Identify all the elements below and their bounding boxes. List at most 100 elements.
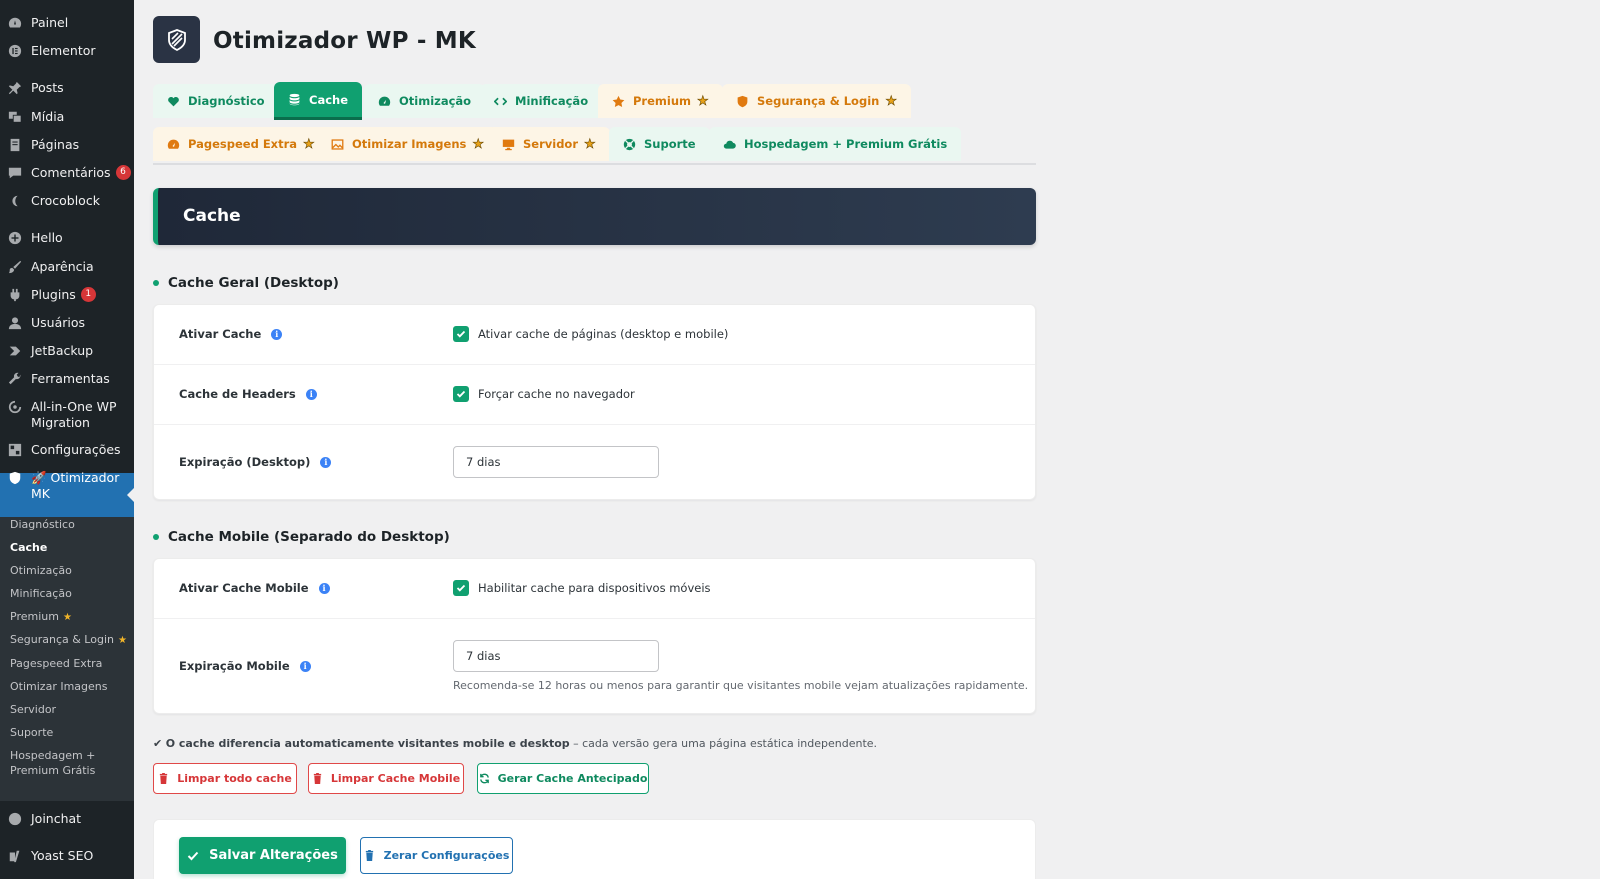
mobile-cache-title: Cache Mobile (Separado do Desktop)	[153, 529, 450, 545]
checkbox-checked-icon[interactable]	[453, 580, 469, 596]
info-icon[interactable]: i	[271, 328, 283, 340]
mobile-cache-checkbox[interactable]: Habilitar cache para dispositivos móveis	[453, 580, 711, 596]
checkbox-label: Ativar cache de páginas (desktop e mobil…	[478, 327, 729, 341]
sidebar-item-label: Configurações	[31, 442, 121, 457]
sidebar-item-elementor[interactable]: Elementor	[0, 43, 134, 59]
trash-icon	[312, 773, 323, 784]
admin-sidebar: Painel Elementor Posts Mídia Páginas Com…	[0, 0, 134, 879]
plugins-count-badge: 1	[80, 287, 96, 302]
sidebar-item-label: All-in-One WP Migration	[31, 399, 117, 430]
info-icon[interactable]: i	[320, 456, 332, 468]
submenu-hospedagem[interactable]: Hospedagem + Premium Grátis	[10, 748, 110, 778]
tab-label: Diagnóstico	[188, 94, 265, 108]
row-label-text: Expiração (Desktop)	[179, 455, 311, 469]
checkbox-checked-icon[interactable]	[453, 386, 469, 402]
submenu-servidor[interactable]: Servidor	[10, 702, 56, 717]
clear-mobile-cache-button[interactable]: Limpar Cache Mobile	[308, 763, 464, 794]
submenu-premium[interactable]: Premium ★	[10, 609, 72, 625]
sidebar-item-ferramentas[interactable]: Ferramentas	[0, 371, 134, 387]
tab-cache[interactable]: Cache	[274, 82, 363, 120]
row-label-text: Cache de Headers	[179, 387, 296, 401]
tab-otimizacao[interactable]: Otimização	[364, 84, 486, 118]
tab-pagespeed-extra[interactable]: Pagespeed Extra ★	[153, 127, 329, 161]
submenu-diagnostico[interactable]: Diagnóstico	[10, 517, 75, 532]
tab-label: Cache	[309, 92, 349, 107]
reset-settings-button[interactable]: Zerar Configurações	[360, 837, 513, 874]
crocoblock-icon	[8, 194, 22, 208]
submenu-label: Segurança & Login	[10, 633, 114, 646]
monitor-icon	[502, 138, 515, 151]
pages-icon	[8, 138, 22, 152]
sidebar-item-painel[interactable]: Painel	[0, 15, 134, 31]
premium-star-icon: ★	[472, 136, 485, 152]
submenu-pagespeed[interactable]: Pagespeed Extra	[10, 656, 102, 671]
cache-note: ✔ O cache diferencia automaticamente vis…	[153, 737, 877, 750]
sidebar-item-label: JetBackup	[31, 343, 94, 358]
tab-hospedagem[interactable]: Hospedagem + Premium Grátis	[709, 127, 962, 161]
mobile-cache-card: Ativar Cache Mobile i Habilitar cache pa…	[153, 558, 1036, 714]
sidebar-item-posts[interactable]: Posts	[0, 80, 134, 96]
submenu-seguranca[interactable]: Segurança & Login ★	[10, 632, 127, 648]
users-icon	[8, 316, 22, 330]
tab-minificacao[interactable]: Minificação	[480, 84, 603, 118]
row-label-text: Expiração Mobile	[179, 659, 290, 673]
section-title: Cache	[183, 206, 241, 226]
activate-cache-checkbox[interactable]: Ativar cache de páginas (desktop e mobil…	[453, 326, 728, 342]
sidebar-item-usuarios[interactable]: Usuários	[0, 315, 134, 331]
tab-servidor[interactable]: Servidor ★	[488, 127, 610, 161]
save-changes-button[interactable]: Salvar Alterações	[179, 837, 346, 874]
sidebar-item-label: Hello	[31, 230, 63, 245]
check-mark-icon: ✔	[153, 737, 163, 750]
speed-icon	[167, 138, 180, 151]
headers-cache-checkbox[interactable]: Forçar cache no navegador	[453, 386, 635, 402]
sidebar-item-migration[interactable]: All-in-One WP Migration	[0, 399, 120, 431]
submenu-cache[interactable]: Cache	[10, 540, 47, 555]
sidebar-item-aparencia[interactable]: Aparência	[0, 259, 134, 275]
sidebar-item-midia[interactable]: Mídia	[0, 109, 134, 125]
tab-diagnostico[interactable]: Diagnóstico	[153, 84, 279, 118]
sidebar-item-otimizador-mk[interactable]: 🚀 Otimizador MK	[0, 470, 120, 502]
sidebar-item-comentarios[interactable]: Comentários 6	[0, 165, 134, 181]
preload-cache-button[interactable]: Gerar Cache Antecipado	[477, 763, 649, 794]
save-bar: Salvar Alterações Zerar Configurações	[153, 819, 1036, 879]
checkbox-checked-icon[interactable]	[453, 326, 469, 342]
jetbackup-icon	[8, 344, 22, 358]
submenu-otimizar-imagens[interactable]: Otimizar Imagens	[10, 679, 108, 694]
clear-all-cache-button[interactable]: Limpar todo cache	[153, 763, 297, 794]
subsection-title: Cache Mobile (Separado do Desktop)	[168, 529, 450, 545]
button-label: Limpar Cache Mobile	[330, 772, 461, 785]
submenu-otimizacao[interactable]: Otimização	[10, 563, 72, 578]
sidebar-item-yoast[interactable]: Yoast SEO	[0, 848, 134, 864]
bullet-dot	[153, 534, 159, 540]
tab-suporte[interactable]: Suporte	[609, 127, 710, 161]
migration-icon	[8, 400, 22, 414]
sidebar-item-plugins[interactable]: Plugins 1	[0, 287, 134, 303]
sidebar-item-configuracoes[interactable]: Configurações	[0, 442, 134, 458]
sidebar-item-label: Ferramentas	[31, 371, 110, 386]
submenu-minificacao[interactable]: Minificação	[10, 586, 72, 601]
info-icon[interactable]: i	[305, 388, 317, 400]
info-icon[interactable]: i	[299, 660, 311, 672]
submenu-suporte[interactable]: Suporte	[10, 725, 53, 740]
sidebar-item-label: Usuários	[31, 315, 86, 330]
tab-seguranca-login[interactable]: Segurança & Login ★	[722, 84, 911, 118]
mobile-expiration-input[interactable]	[453, 640, 659, 672]
sidebar-item-paginas[interactable]: Páginas	[0, 137, 134, 153]
tab-label: Suporte	[644, 137, 696, 151]
premium-star-icon: ★	[885, 93, 897, 109]
button-label: Zerar Configurações	[383, 849, 510, 862]
row-label: Expiração (Desktop) i	[179, 455, 332, 469]
tab-otimizar-imagens[interactable]: Otimizar Imagens ★	[317, 127, 499, 161]
chat-icon	[8, 812, 22, 826]
desktop-expiration-input[interactable]	[453, 446, 659, 478]
sidebar-item-hello[interactable]: Hello	[0, 230, 134, 246]
sidebar-item-jetbackup[interactable]: JetBackup	[0, 343, 134, 359]
premium-star-icon: ★	[584, 136, 596, 152]
sidebar-item-joinchat[interactable]: Joinchat	[0, 811, 134, 827]
plugin-logo	[153, 16, 200, 63]
sidebar-item-crocoblock[interactable]: Crocoblock	[0, 193, 134, 209]
note-bold: O cache diferencia automaticamente visit…	[165, 737, 570, 750]
page-title: Otimizador WP - MK	[213, 28, 476, 54]
tab-premium[interactable]: Premium ★	[598, 84, 723, 118]
info-icon[interactable]: i	[318, 582, 330, 594]
